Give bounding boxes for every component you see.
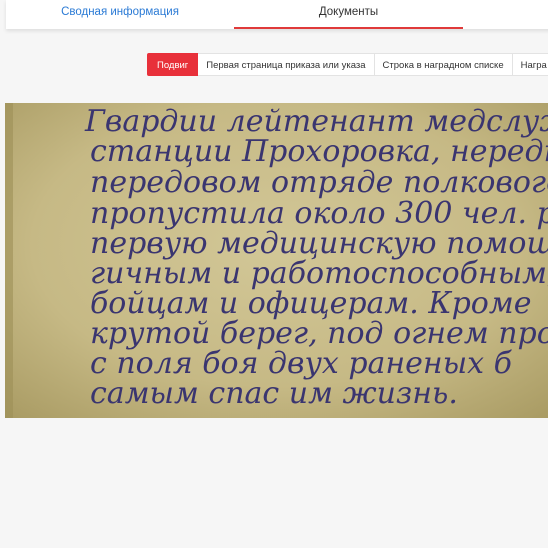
document-line: передовом отряде полкового ме — [90, 165, 548, 200]
tab-next[interactable]: Н — [463, 0, 548, 27]
document-line: самым спас им жизнь. — [90, 376, 458, 411]
tab-bar: Сводная информация Документы Н — [6, 0, 548, 29]
handwritten-document: Гвардии лейтенант медслужбы станции Прох… — [5, 103, 548, 418]
tab-documents[interactable]: Документы — [234, 0, 463, 29]
document-scan-image: Гвардии лейтенант медслужбы станции Прох… — [5, 103, 548, 418]
subtab-award[interactable]: Награ — [512, 53, 548, 76]
document-line: станции Прохоровка, нередко под — [90, 134, 548, 169]
subtab-order-first-page[interactable]: Первая страница приказа или указа — [198, 53, 375, 76]
subtab-award-list-line[interactable]: Строка в наградном списке — [374, 53, 513, 76]
document-subtabs: Подвиг Первая страница приказа или указа… — [147, 53, 548, 76]
tab-summary[interactable]: Сводная информация — [6, 0, 234, 27]
subtab-feat[interactable]: Подвиг — [147, 53, 199, 76]
page: Сводная информация Документы Н Подвиг Пе… — [0, 0, 548, 548]
